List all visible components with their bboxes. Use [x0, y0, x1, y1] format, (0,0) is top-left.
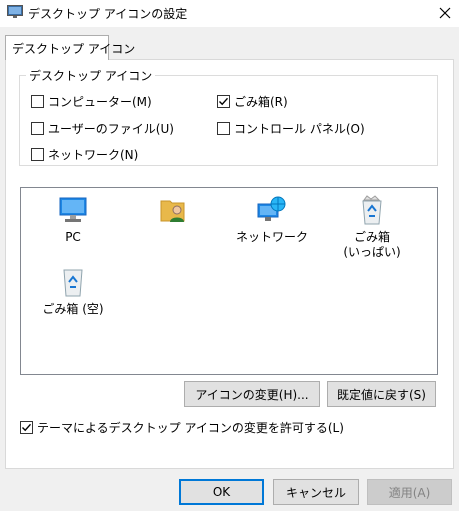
checkbox-box[interactable]: [31, 95, 44, 108]
checkbox-label: ユーザーのファイル(U): [48, 122, 174, 136]
tab-label: デスクトップ アイコン: [12, 42, 136, 56]
icon-item-network[interactable]: ネットワーク: [230, 194, 314, 245]
checkbox-box[interactable]: [217, 122, 230, 135]
groupbox-legend: デスクトップ アイコン: [26, 67, 156, 84]
icon-item-user-files[interactable]: [131, 194, 215, 230]
window-title: デスクトップ アイコンの設定: [28, 7, 188, 21]
network-icon: [256, 194, 288, 226]
checkmark-icon: [219, 97, 229, 106]
close-icon: [439, 7, 451, 19]
icon-list[interactable]: PC ネットワーク ごみ箱 (いっぱい) ごみ箱 (空): [20, 187, 438, 375]
recycle-bin-full-icon: [356, 194, 388, 226]
apply-button[interactable]: 適用(A): [367, 479, 452, 505]
checkbox-user-files[interactable]: ユーザーのファイル(U): [31, 120, 174, 137]
checkbox-box[interactable]: [20, 421, 33, 434]
checkbox-label: ネットワーク(N): [48, 148, 139, 162]
icon-item-recycle-bin-full[interactable]: ごみ箱 (いっぱい): [330, 194, 414, 260]
user-folder-icon: [157, 194, 189, 226]
icon-label: PC: [65, 230, 81, 244]
icon-label: ネットワーク: [235, 230, 308, 244]
icon-label: ごみ箱 (空): [42, 302, 104, 316]
icon-item-pc[interactable]: PC: [31, 194, 115, 245]
title-bar: デスクトップ アイコンの設定: [0, 0, 459, 27]
pc-icon: [57, 194, 89, 226]
icon-item-recycle-bin-empty[interactable]: ごみ箱 (空): [31, 266, 115, 317]
checkbox-recycle-bin[interactable]: ごみ箱(R): [217, 93, 288, 110]
checkbox-label: ごみ箱(R): [234, 95, 288, 109]
close-button[interactable]: [431, 0, 459, 26]
checkbox-box[interactable]: [217, 95, 230, 108]
checkbox-box[interactable]: [31, 122, 44, 135]
restore-default-button[interactable]: 既定値に戻す(S): [327, 381, 436, 407]
tab-desktop-icons[interactable]: デスクトップ アイコン: [5, 35, 135, 60]
checkbox-label: テーマによるデスクトップ アイコンの変更を許可する(L): [37, 421, 344, 435]
checkbox-control-panel[interactable]: コントロール パネル(O): [217, 120, 365, 137]
cancel-button[interactable]: キャンセル: [273, 479, 359, 505]
recycle-bin-empty-icon: [57, 266, 89, 298]
checkbox-network[interactable]: ネットワーク(N): [31, 146, 138, 163]
checkbox-label: コントロール パネル(O): [234, 122, 365, 136]
checkbox-label: コンピューター(M): [48, 95, 152, 109]
ok-button[interactable]: OK: [179, 479, 264, 505]
change-icon-button[interactable]: アイコンの変更(H)...: [184, 381, 320, 407]
checkmark-icon: [22, 423, 32, 432]
checkbox-box[interactable]: [31, 148, 44, 161]
checkbox-computer[interactable]: コンピューター(M): [31, 93, 152, 110]
icon-label: ごみ箱 (いっぱい): [343, 230, 401, 259]
desktop-settings-icon: [7, 5, 23, 19]
checkbox-allow-theme-change[interactable]: テーマによるデスクトップ アイコンの変更を許可する(L): [20, 419, 344, 436]
